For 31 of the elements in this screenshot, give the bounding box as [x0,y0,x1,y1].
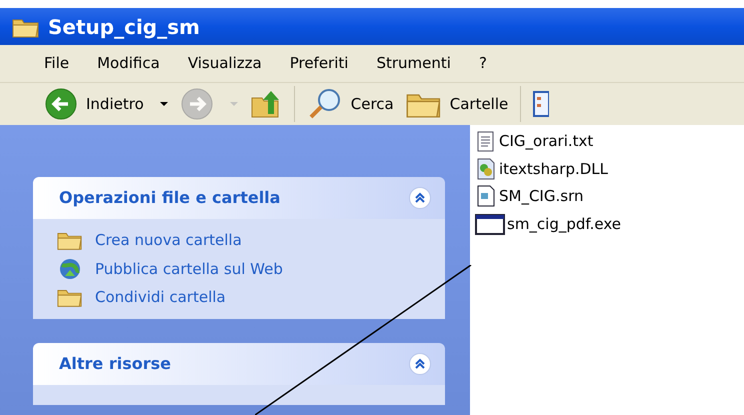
views-icon [533,90,550,118]
gear-file-icon [475,158,497,180]
task-link[interactable]: Crea nuova cartella [95,229,242,252]
file-listing-entry[interactable]: SM_CIG.srn [475,185,744,208]
menu-item[interactable]: File [44,52,70,75]
window-title: Setup_cig_sm [48,14,200,41]
file-icon [475,185,497,208]
application-window-icon [475,212,505,235]
menu-item[interactable]: Visualizza [188,52,262,75]
menu-item[interactable]: Modifica [97,52,160,75]
collapse-button[interactable] [409,352,431,374]
dropdown-caret-icon [160,102,168,106]
double-chevron-up-icon [414,358,426,370]
file-listing-entry[interactable]: CIG_orari.txt [475,130,744,152]
dropdown-caret-icon [230,102,238,106]
menu-item[interactable]: Strumenti [376,52,451,75]
file-listing-entry[interactable]: sm_cig_pdf.exe [475,212,744,235]
search-button[interactable]: Cerca [306,86,394,122]
menu-item[interactable]: ? [478,52,487,75]
folders-button[interactable]: Cartelle [406,88,508,120]
file-listing-entry[interactable]: itextsharp.DLL [475,158,744,180]
panel-title: Operazioni file e cartella [59,187,280,209]
menu-item[interactable]: Preferiti [290,52,348,75]
task-link[interactable]: Pubblica cartella sul Web [95,258,283,280]
back-button[interactable]: Indietro [44,87,168,121]
globe-icon [57,258,83,280]
views-button[interactable] [533,90,550,118]
collapse-button[interactable] [409,187,431,209]
double-chevron-up-icon [414,192,426,204]
task-link[interactable]: Condividi cartella [95,286,226,308]
panel-title: Altre risorse [59,352,171,374]
